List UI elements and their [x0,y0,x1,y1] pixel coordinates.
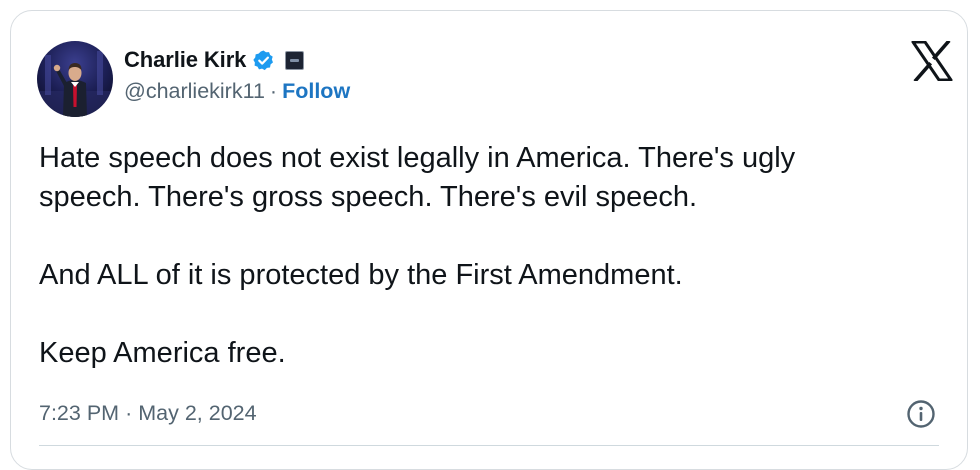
tweet-date: May 2, 2024 [138,400,257,425]
author-name-row: Charlie Kirk [124,44,305,76]
author-display-name[interactable]: Charlie Kirk [124,47,246,73]
organization-badge-icon[interactable] [285,50,305,70]
author-handle[interactable]: @charliekirk11 [124,79,265,104]
verified-badge-icon [252,49,275,72]
tweet-time: 7:23 PM [39,400,120,425]
tweet-line: speech. There's gross speech. There's ev… [39,181,698,213]
tweet-line: And ALL of it is protected by the First … [39,259,683,291]
tweet-text: Hate speech does not exist legally in Am… [39,139,939,373]
tweet-line: Keep America free. [39,337,286,369]
timestamp-separator: · [125,400,133,425]
author-avatar[interactable] [37,41,113,117]
x-logo-icon[interactable] [911,39,953,83]
card-divider [39,445,939,446]
tweet-card[interactable]: Charlie Kirk @charliekirk11 · Follow Hat… [10,10,968,470]
tweet-timestamp[interactable]: 7:23 PM · May 2, 2024 [39,397,257,429]
handle-separator: · [269,78,278,103]
info-icon[interactable] [906,399,936,429]
tweet-line: Hate speech does not exist legally in Am… [39,142,796,174]
author-handle-row: @charliekirk11 · Follow [124,75,350,107]
avatar-photo [37,41,113,117]
follow-button[interactable]: Follow [282,79,350,104]
